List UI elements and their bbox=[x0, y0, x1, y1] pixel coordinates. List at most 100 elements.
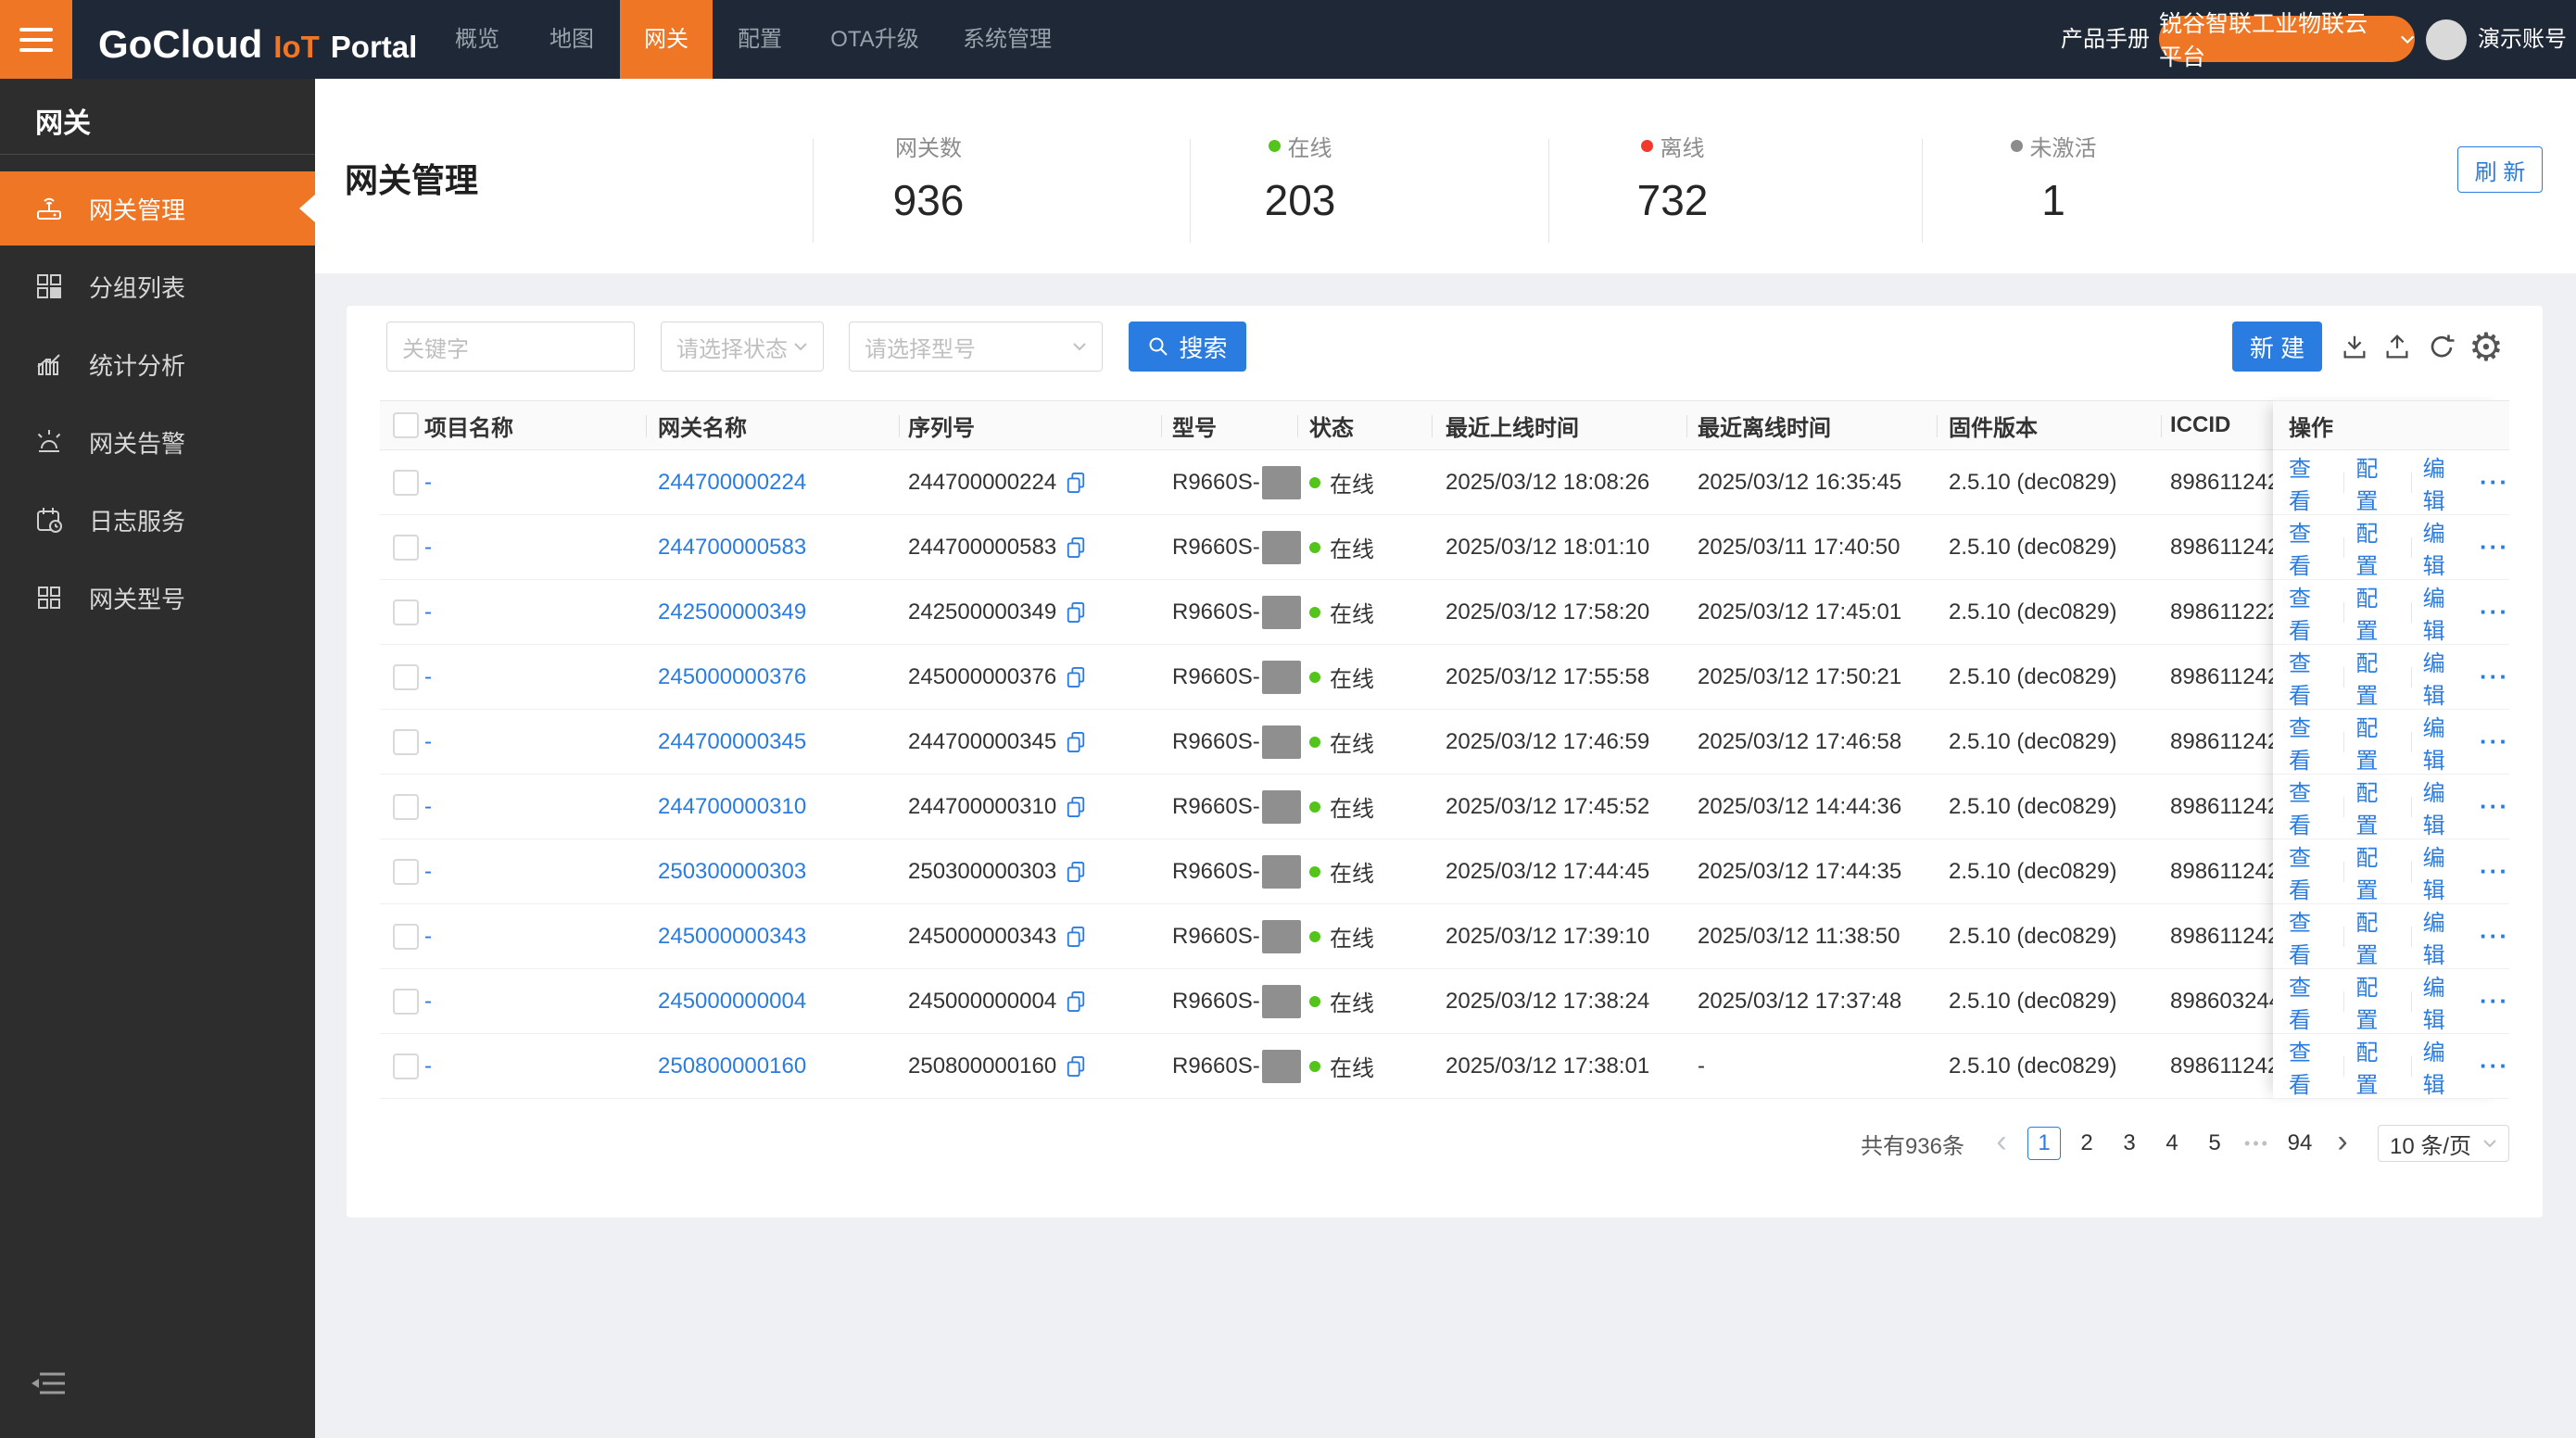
config-link[interactable]: 配置 bbox=[2355, 839, 2399, 904]
row-checkbox[interactable] bbox=[393, 515, 419, 579]
more-actions-icon[interactable]: ··· bbox=[2480, 792, 2509, 821]
config-link[interactable]: 配置 bbox=[2355, 904, 2399, 969]
config-link[interactable]: 配置 bbox=[2355, 969, 2399, 1034]
config-link[interactable]: 配置 bbox=[2355, 710, 2399, 775]
refresh-icon[interactable] bbox=[2423, 329, 2460, 366]
copy-icon[interactable] bbox=[1066, 731, 1086, 753]
more-actions-icon[interactable]: ··· bbox=[2480, 922, 2509, 951]
edit-link[interactable]: 编辑 bbox=[2423, 450, 2467, 515]
product-manual-link[interactable]: 产品手册 bbox=[2059, 0, 2152, 79]
edit-link[interactable]: 编辑 bbox=[2423, 839, 2467, 904]
sidebar-item-group-list[interactable]: 分组列表 bbox=[0, 249, 315, 323]
view-link[interactable]: 查看 bbox=[2289, 969, 2332, 1034]
row-checkbox[interactable] bbox=[393, 580, 419, 644]
edit-link[interactable]: 编辑 bbox=[2423, 1034, 2467, 1099]
more-actions-icon[interactable]: ··· bbox=[2480, 662, 2509, 691]
copy-icon[interactable] bbox=[1066, 861, 1086, 883]
row-checkbox[interactable] bbox=[393, 839, 419, 903]
gateway-name-link[interactable]: 245000000004 bbox=[658, 989, 806, 1015]
nav-system-admin[interactable]: 系统管理 bbox=[963, 0, 1052, 79]
view-link[interactable]: 查看 bbox=[2289, 580, 2332, 645]
nav-ota-upgrade[interactable]: OTA升级 bbox=[819, 0, 930, 79]
copy-icon[interactable] bbox=[1066, 666, 1086, 688]
more-actions-icon[interactable]: ··· bbox=[2480, 987, 2509, 1015]
pagination-page[interactable]: 4 bbox=[2155, 1127, 2189, 1160]
view-link[interactable]: 查看 bbox=[2289, 645, 2332, 710]
pagination-page[interactable]: 1 bbox=[2027, 1127, 2061, 1160]
config-link[interactable]: 配置 bbox=[2355, 450, 2399, 515]
pagination-next[interactable]: › bbox=[2326, 1126, 2359, 1160]
row-checkbox[interactable] bbox=[393, 450, 419, 514]
pagination-page[interactable]: 2 bbox=[2070, 1127, 2103, 1160]
more-actions-icon[interactable]: ··· bbox=[2480, 533, 2509, 561]
gateway-name-link[interactable]: 250800000160 bbox=[658, 1053, 806, 1079]
pagination-page[interactable]: 5 bbox=[2198, 1127, 2231, 1160]
more-actions-icon[interactable]: ··· bbox=[2480, 727, 2509, 756]
search-button[interactable]: 搜索 bbox=[1129, 322, 1246, 372]
gateway-name-link[interactable]: 242500000349 bbox=[658, 599, 806, 625]
model-select[interactable]: 请选择型号 bbox=[849, 322, 1103, 372]
config-link[interactable]: 配置 bbox=[2355, 580, 2399, 645]
copy-icon[interactable] bbox=[1066, 601, 1086, 624]
menu-hamburger-icon[interactable] bbox=[0, 0, 72, 79]
sidebar-item-stats-analysis[interactable]: 统计分析 bbox=[0, 327, 315, 401]
gateway-name-link[interactable]: 250300000303 bbox=[658, 859, 806, 885]
row-checkbox[interactable] bbox=[393, 904, 419, 968]
view-link[interactable]: 查看 bbox=[2289, 904, 2332, 969]
status-select[interactable]: 请选择状态 bbox=[661, 322, 824, 372]
sidebar-item-gateway-alarm[interactable]: 网关告警 bbox=[0, 405, 315, 479]
view-link[interactable]: 查看 bbox=[2289, 839, 2332, 904]
sidebar-item-gateway-management[interactable]: 网关管理 bbox=[0, 171, 315, 246]
config-link[interactable]: 配置 bbox=[2355, 645, 2399, 710]
view-link[interactable]: 查看 bbox=[2289, 515, 2332, 580]
nav-gateway[interactable]: 网关 bbox=[620, 0, 713, 79]
copy-icon[interactable] bbox=[1066, 990, 1086, 1013]
page-size-select[interactable]: 10 条/页 bbox=[2378, 1125, 2509, 1162]
avatar[interactable] bbox=[2426, 19, 2467, 60]
more-actions-icon[interactable]: ··· bbox=[2480, 1052, 2509, 1080]
upload-icon[interactable] bbox=[2379, 329, 2416, 366]
copy-icon[interactable] bbox=[1066, 472, 1086, 494]
row-checkbox[interactable] bbox=[393, 775, 419, 839]
edit-link[interactable]: 编辑 bbox=[2423, 645, 2467, 710]
sidebar-item-log-service[interactable]: 日志服务 bbox=[0, 483, 315, 557]
view-link[interactable]: 查看 bbox=[2289, 775, 2332, 839]
refresh-button[interactable]: 刷 新 bbox=[2457, 146, 2543, 193]
copy-icon[interactable] bbox=[1066, 1055, 1086, 1078]
view-link[interactable]: 查看 bbox=[2289, 710, 2332, 775]
edit-link[interactable]: 编辑 bbox=[2423, 580, 2467, 645]
gateway-name-link[interactable]: 244700000224 bbox=[658, 470, 806, 496]
platform-selector[interactable]: 锐谷智联工业物联云平台 bbox=[2159, 11, 2415, 70]
config-link[interactable]: 配置 bbox=[2355, 1034, 2399, 1099]
config-link[interactable]: 配置 bbox=[2355, 775, 2399, 839]
pagination-ellipsis[interactable]: ••• bbox=[2241, 1127, 2274, 1160]
edit-link[interactable]: 编辑 bbox=[2423, 710, 2467, 775]
row-checkbox[interactable] bbox=[393, 969, 419, 1033]
more-actions-icon[interactable]: ··· bbox=[2480, 857, 2509, 886]
copy-icon[interactable] bbox=[1066, 926, 1086, 948]
row-checkbox[interactable] bbox=[393, 1034, 419, 1098]
sidebar-item-gateway-model[interactable]: 网关型号 bbox=[0, 561, 315, 635]
edit-link[interactable]: 编辑 bbox=[2423, 775, 2467, 839]
nav-config[interactable]: 配置 bbox=[738, 0, 782, 79]
collapse-sidebar-icon[interactable] bbox=[28, 1369, 69, 1397]
gateway-name-link[interactable]: 245000000343 bbox=[658, 924, 806, 950]
pagination-page[interactable]: 94 bbox=[2283, 1127, 2317, 1160]
account-name[interactable]: 演示账号 bbox=[2478, 0, 2567, 79]
gateway-name-link[interactable]: 244700000345 bbox=[658, 729, 806, 755]
more-actions-icon[interactable]: ··· bbox=[2480, 468, 2509, 497]
config-link[interactable]: 配置 bbox=[2355, 515, 2399, 580]
copy-icon[interactable] bbox=[1066, 796, 1086, 818]
nav-overview[interactable]: 概览 bbox=[455, 0, 499, 79]
pagination-page[interactable]: 3 bbox=[2113, 1127, 2146, 1160]
pagination-prev[interactable]: ‹ bbox=[1985, 1126, 2018, 1160]
more-actions-icon[interactable]: ··· bbox=[2480, 598, 2509, 626]
row-checkbox[interactable] bbox=[393, 710, 419, 774]
view-link[interactable]: 查看 bbox=[2289, 450, 2332, 515]
gateway-name-link[interactable]: 245000000376 bbox=[658, 664, 806, 690]
edit-link[interactable]: 编辑 bbox=[2423, 515, 2467, 580]
create-button[interactable]: 新 建 bbox=[2232, 322, 2322, 372]
edit-link[interactable]: 编辑 bbox=[2423, 904, 2467, 969]
select-all-checkbox[interactable] bbox=[393, 401, 419, 449]
view-link[interactable]: 查看 bbox=[2289, 1034, 2332, 1099]
